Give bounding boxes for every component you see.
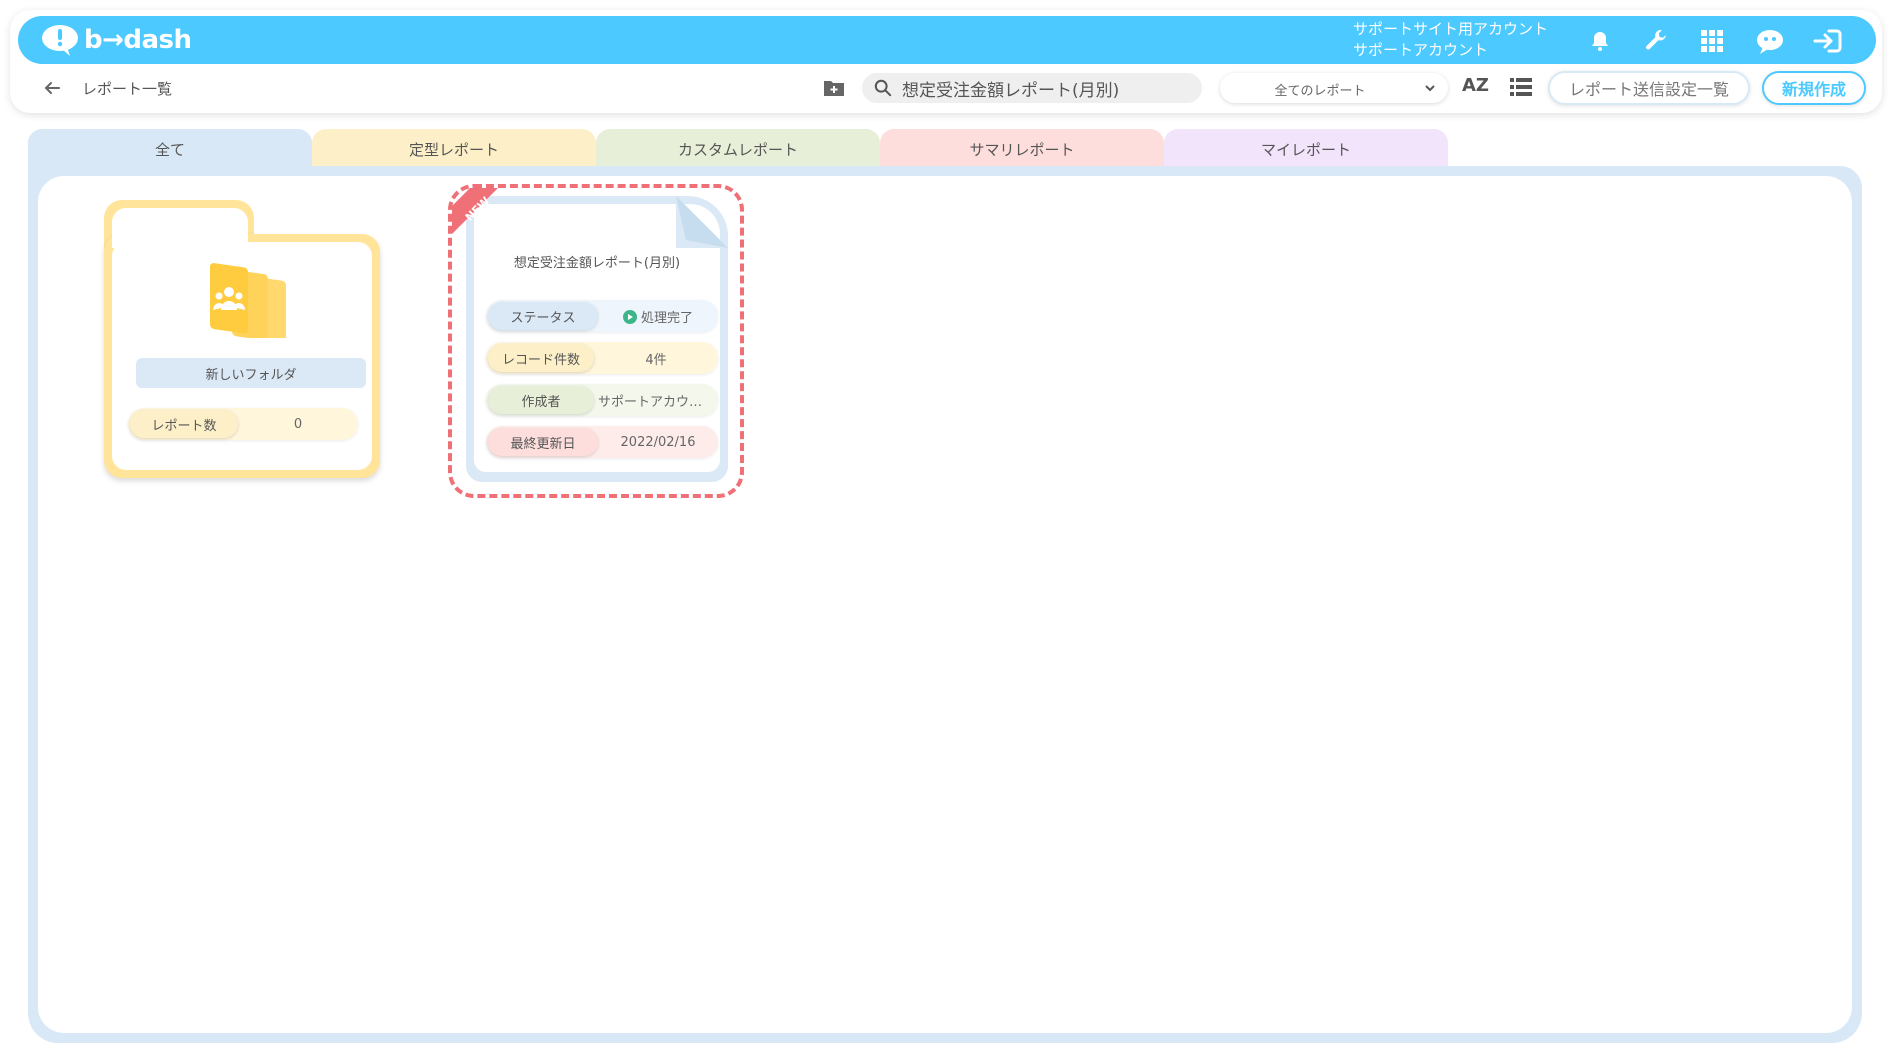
logo-bubble-icon bbox=[42, 25, 78, 56]
folder-report-count-label: レポート数 bbox=[130, 410, 238, 438]
tab-my-reports[interactable]: マイレポート bbox=[1164, 129, 1448, 169]
reports-stack-icon bbox=[210, 263, 286, 338]
logo-text: b→dash bbox=[84, 25, 192, 55]
record-count-value: 4件 bbox=[645, 352, 667, 368]
report-row-status: ステータス 処理完了 bbox=[486, 300, 718, 332]
new-create-button[interactable]: 新規作成 bbox=[1762, 71, 1866, 105]
search-input[interactable] bbox=[902, 73, 1192, 103]
logo[interactable]: b→dash bbox=[40, 22, 192, 58]
record-count-label: レコード件数 bbox=[488, 344, 594, 372]
tab-all[interactable]: 全て bbox=[28, 129, 312, 169]
updated-value: 2022/02/16 bbox=[620, 434, 696, 450]
report-send-settings-button[interactable]: レポート送信設定一覧 bbox=[1548, 71, 1750, 105]
tab-custom-reports[interactable]: カスタムレポート bbox=[596, 129, 880, 169]
folder-report-count-value: 0 bbox=[293, 416, 303, 432]
page-title: レポート一覧 bbox=[82, 80, 173, 98]
list-view-icon[interactable] bbox=[1510, 76, 1532, 98]
updated-label: 最終更新日 bbox=[488, 428, 598, 456]
page-fold-icon bbox=[676, 196, 728, 248]
folder-card[interactable]: 新しいフォルダ レポート数 0 bbox=[104, 200, 380, 478]
new-badge: NEW bbox=[452, 188, 516, 252]
header: b→dash サポートサイト用アカウント サポートアカウント レポート一覧 想定… bbox=[10, 10, 1882, 113]
account-user: サポートアカウント bbox=[1353, 41, 1489, 59]
bell-icon[interactable] bbox=[1584, 25, 1616, 57]
report-row-updated: 最終更新日 2022/02/16 bbox=[486, 426, 718, 458]
report-tabs: 全て 定型レポート カスタムレポート サマリレポート マイレポート bbox=[28, 129, 1448, 169]
report-filter-value: 全てのレポート bbox=[1274, 84, 1366, 99]
logout-icon[interactable] bbox=[1812, 25, 1844, 57]
report-row-record-count: レコード件数 4件 bbox=[486, 342, 718, 374]
sort-az-label: AZ bbox=[1462, 75, 1489, 96]
status-text: 処理完了 bbox=[640, 310, 693, 326]
folder-name: 新しいフォルダ bbox=[136, 358, 366, 388]
account-info[interactable]: サポートサイト用アカウント サポートアカウント bbox=[1353, 19, 1548, 61]
play-circle-icon bbox=[622, 309, 637, 324]
grid-icon[interactable] bbox=[1696, 25, 1728, 57]
report-row-creator: 作成者 サポートアカウン... bbox=[486, 384, 718, 416]
creator-value: サポートアカウン... bbox=[598, 394, 715, 410]
folder-add-icon[interactable] bbox=[822, 76, 846, 100]
report-title: 想定受注金額レポート(月別) bbox=[513, 256, 681, 271]
chatbot-icon[interactable] bbox=[1754, 25, 1786, 57]
tab-summary-reports[interactable]: サマリレポート bbox=[880, 129, 1164, 169]
status-value: 処理完了 bbox=[598, 307, 718, 326]
top-bar: b→dash サポートサイト用アカウント サポートアカウント bbox=[18, 16, 1876, 64]
report-card[interactable]: 想定受注金額レポート(月別) ステータス 処理完了 レコード件数 4件 作成者 … bbox=[448, 184, 744, 498]
sub-bar: レポート一覧 全てのレポート AZ レポート送信設定一覧 新規作成 bbox=[10, 66, 1882, 110]
folder-report-count-row: レポート数 0 bbox=[128, 408, 358, 440]
wrench-icon[interactable] bbox=[1640, 25, 1672, 57]
tab-standard-reports[interactable]: 定型レポート bbox=[312, 129, 596, 169]
search-box[interactable] bbox=[862, 73, 1202, 103]
chevron-down-icon bbox=[1425, 85, 1435, 92]
account-org: サポートサイト用アカウント bbox=[1353, 20, 1549, 38]
folder-inner: 新しいフォルダ レポート数 0 bbox=[112, 242, 372, 470]
search-icon bbox=[874, 79, 892, 97]
back-arrow-icon[interactable] bbox=[40, 76, 64, 100]
sort-az-icon[interactable]: AZ bbox=[1462, 75, 1489, 96]
creator-label: 作成者 bbox=[488, 386, 594, 414]
status-label: ステータス bbox=[488, 302, 598, 330]
report-filter-select[interactable]: 全てのレポート bbox=[1220, 73, 1448, 103]
